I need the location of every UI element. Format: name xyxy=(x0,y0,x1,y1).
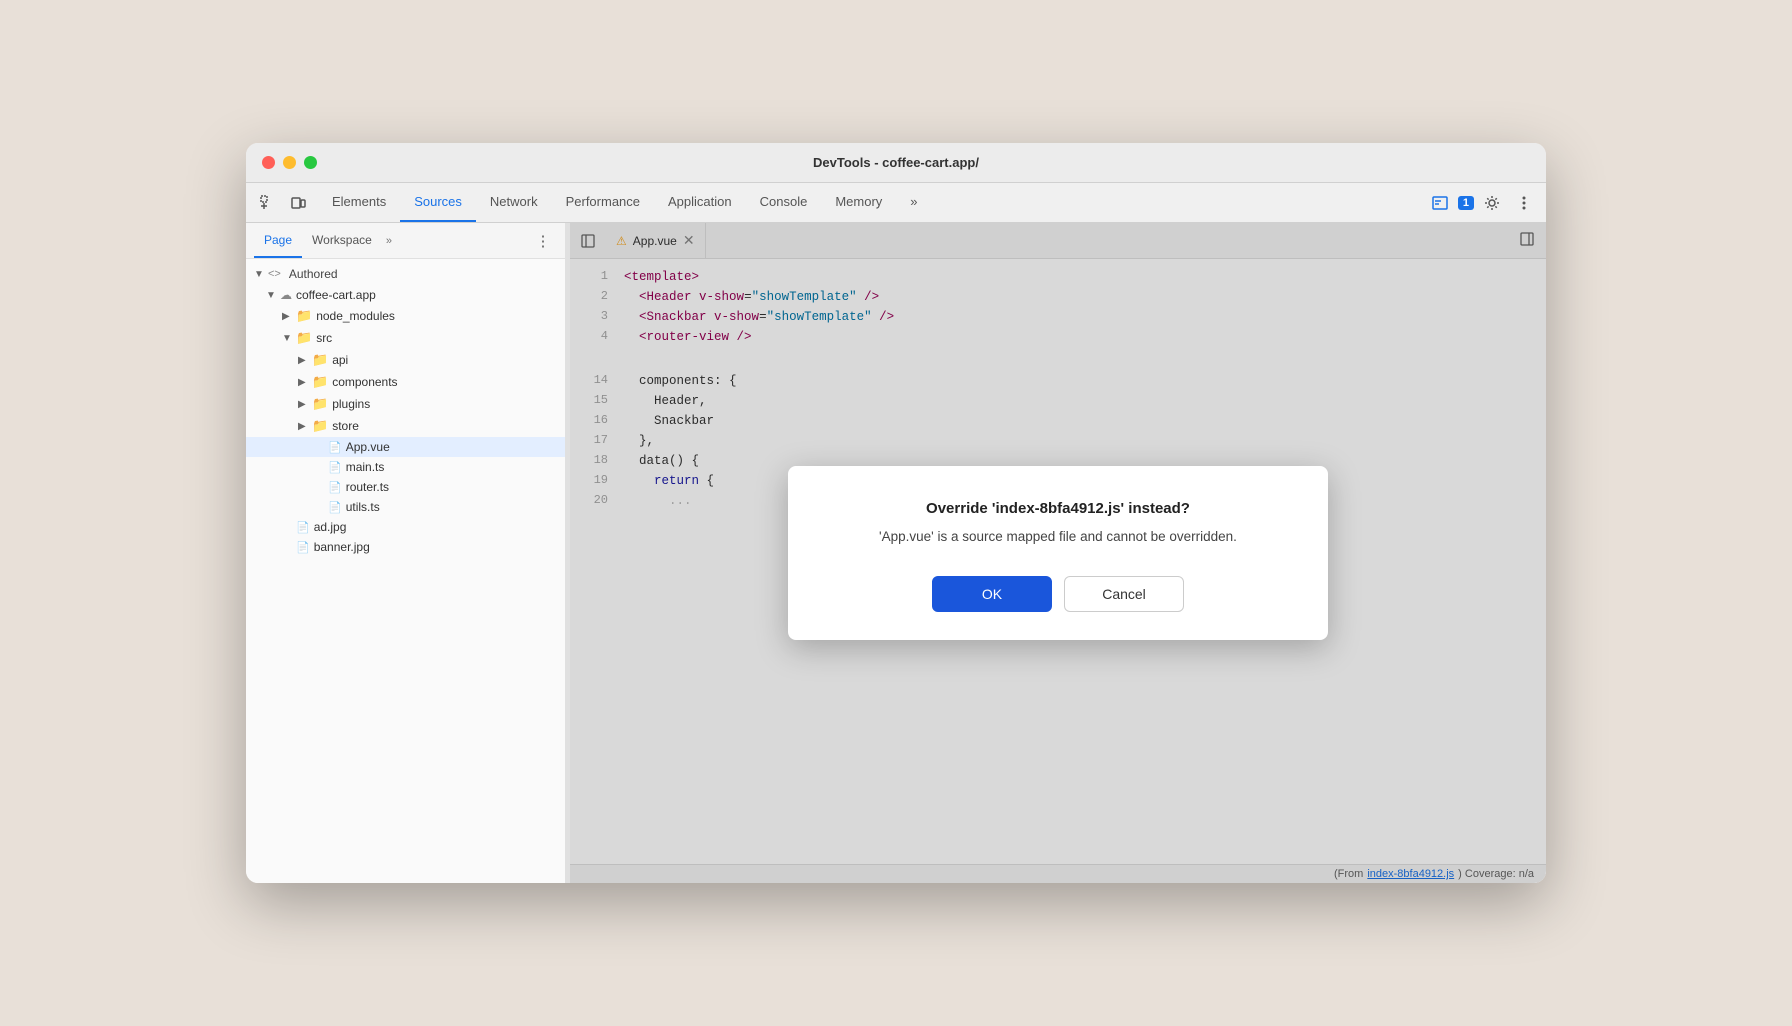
api-chevron: ▶ xyxy=(298,355,308,366)
tree-item-ad-jpg[interactable]: ▶ 📄 ad.jpg xyxy=(246,517,565,537)
tab-navigation: Elements Sources Network Performance App… xyxy=(318,183,932,222)
dialog-buttons: OK Cancel xyxy=(828,576,1288,612)
ad-jpg-file-icon: 📄 xyxy=(296,521,310,534)
utils-ts-file-icon: 📄 xyxy=(328,501,342,514)
device-toggle-icon[interactable] xyxy=(284,189,312,217)
tab-application[interactable]: Application xyxy=(654,183,746,222)
dialog: Override 'index-8bfa4912.js' instead? 'A… xyxy=(788,466,1328,639)
components-folder-icon: 📁 xyxy=(312,374,328,390)
api-label: api xyxy=(332,353,348,367)
store-chevron: ▶ xyxy=(298,421,308,432)
select-element-icon[interactable] xyxy=(254,189,282,217)
titlebar: DevTools - coffee-cart.app/ xyxy=(246,143,1546,183)
main-ts-file-icon: 📄 xyxy=(328,461,342,474)
dialog-message: 'App.vue' is a source mapped file and ca… xyxy=(828,527,1288,547)
ad-jpg-label: ad.jpg xyxy=(314,520,347,534)
tab-memory[interactable]: Memory xyxy=(821,183,896,222)
tree-item-node-modules[interactable]: ▶ 📁 node_modules xyxy=(246,305,565,327)
components-chevron: ▶ xyxy=(298,377,308,388)
tab-performance[interactable]: Performance xyxy=(552,183,654,222)
main-ts-label: main.ts xyxy=(346,460,385,474)
ok-button[interactable]: OK xyxy=(932,576,1052,612)
toolbar: Elements Sources Network Performance App… xyxy=(246,183,1546,223)
tab-elements[interactable]: Elements xyxy=(318,183,400,222)
tree-item-plugins[interactable]: ▶ 📁 plugins xyxy=(246,393,565,415)
tree-item-store[interactable]: ▶ 📁 store xyxy=(246,415,565,437)
tree-item-main-ts[interactable]: ▶ 📄 main.ts xyxy=(246,457,565,477)
sidebar-tab-more[interactable]: » xyxy=(386,235,392,247)
sidebar-actions: ⋮ xyxy=(529,227,557,255)
tab-sources[interactable]: Sources xyxy=(400,183,476,222)
store-label: store xyxy=(332,419,359,433)
tree-item-utils-ts[interactable]: ▶ 📄 utils.ts xyxy=(246,497,565,517)
tree-item-components[interactable]: ▶ 📁 components xyxy=(246,371,565,393)
node-modules-chevron: ▶ xyxy=(282,311,292,322)
sidebar-tab-page[interactable]: Page xyxy=(254,223,302,258)
cancel-button[interactable]: Cancel xyxy=(1064,576,1184,612)
components-label: components xyxy=(332,375,397,389)
file-tree: ▼ <> Authored ▼ ☁ coffee-cart.app ▶ 📁 no… xyxy=(246,259,565,883)
console-icon[interactable] xyxy=(1426,189,1454,217)
authored-header[interactable]: ▼ <> Authored xyxy=(246,263,565,285)
node-modules-label: node_modules xyxy=(316,309,395,323)
close-button[interactable] xyxy=(262,156,275,169)
authored-code-icon: <> xyxy=(268,268,281,280)
root-chevron: ▼ xyxy=(266,290,276,301)
api-folder-icon: 📁 xyxy=(312,352,328,368)
console-count: 1 xyxy=(1458,196,1474,210)
sidebar: Page Workspace » ⋮ ▼ <> Authored xyxy=(246,223,566,883)
banner-jpg-file-icon: 📄 xyxy=(296,541,310,554)
traffic-lights xyxy=(262,156,317,169)
dialog-title: Override 'index-8bfa4912.js' instead? xyxy=(828,498,1288,519)
tree-item-router-ts[interactable]: ▶ 📄 router.ts xyxy=(246,477,565,497)
sidebar-more-options-icon[interactable]: ⋮ xyxy=(529,227,557,255)
cloud-icon: ☁ xyxy=(280,288,292,302)
more-options-icon[interactable] xyxy=(1510,189,1538,217)
src-chevron: ▼ xyxy=(282,333,292,344)
minimize-button[interactable] xyxy=(283,156,296,169)
settings-icon[interactable] xyxy=(1478,189,1506,217)
router-ts-label: router.ts xyxy=(346,480,389,494)
plugins-label: plugins xyxy=(332,397,370,411)
app-vue-file-icon: 📄 xyxy=(328,441,342,454)
tree-item-src[interactable]: ▼ 📁 src xyxy=(246,327,565,349)
editor-area: ⚠ App.vue ✕ 1 <template> 2 xyxy=(570,223,1546,883)
dialog-overlay: Override 'index-8bfa4912.js' instead? 'A… xyxy=(570,223,1546,883)
tree-item-root[interactable]: ▼ ☁ coffee-cart.app xyxy=(246,285,565,305)
tab-network[interactable]: Network xyxy=(476,183,552,222)
sidebar-tab-bar: Page Workspace » ⋮ xyxy=(246,223,565,259)
folder-icon: 📁 xyxy=(296,308,312,324)
plugins-chevron: ▶ xyxy=(298,399,308,410)
devtools-window: DevTools - coffee-cart.app/ Elements Sou… xyxy=(246,143,1546,883)
root-label: coffee-cart.app xyxy=(296,288,376,302)
store-folder-icon: 📁 xyxy=(312,418,328,434)
toolbar-right: 1 xyxy=(1426,189,1538,217)
utils-ts-label: utils.ts xyxy=(346,500,380,514)
window-title: DevTools - coffee-cart.app/ xyxy=(813,155,979,170)
main-content: Page Workspace » ⋮ ▼ <> Authored xyxy=(246,223,1546,883)
tab-more[interactable]: » xyxy=(896,183,931,222)
plugins-folder-icon: 📁 xyxy=(312,396,328,412)
tab-console[interactable]: Console xyxy=(746,183,822,222)
banner-jpg-label: banner.jpg xyxy=(314,540,370,554)
src-label: src xyxy=(316,331,332,345)
tree-item-banner-jpg[interactable]: ▶ 📄 banner.jpg xyxy=(246,537,565,557)
router-ts-file-icon: 📄 xyxy=(328,481,342,494)
tree-item-app-vue[interactable]: ▶ 📄 App.vue xyxy=(246,437,565,457)
sidebar-tab-workspace[interactable]: Workspace xyxy=(302,223,382,258)
maximize-button[interactable] xyxy=(304,156,317,169)
authored-label: Authored xyxy=(289,267,338,281)
tree-item-api[interactable]: ▶ 📁 api xyxy=(246,349,565,371)
app-vue-label: App.vue xyxy=(346,440,390,454)
authored-chevron: ▼ xyxy=(254,269,264,280)
src-folder-icon: 📁 xyxy=(296,330,312,346)
